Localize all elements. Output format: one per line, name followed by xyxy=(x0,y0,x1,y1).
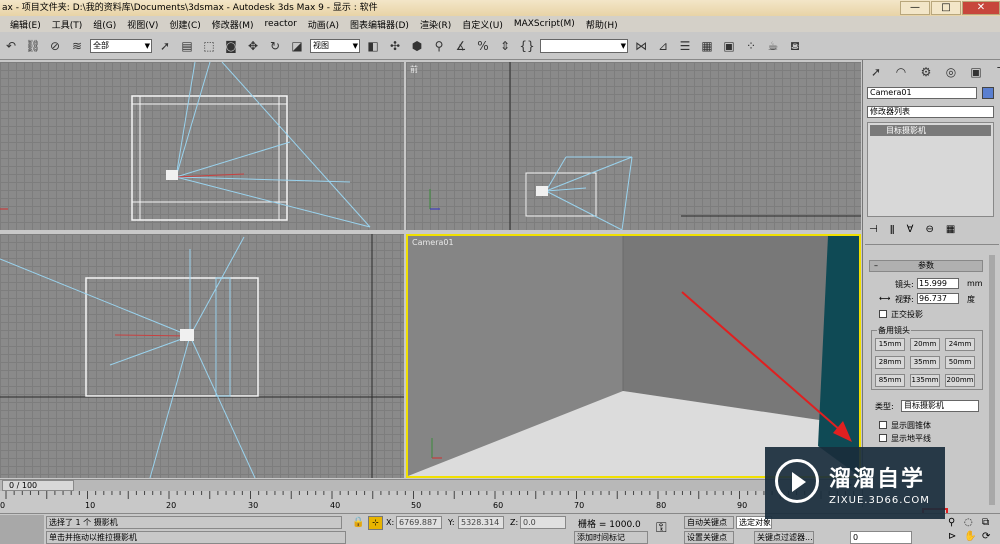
parameters-rollout-title: 参数 xyxy=(918,261,934,270)
lock-selection-icon[interactable]: 🔒 xyxy=(352,517,364,528)
z-coordinate-field[interactable]: 0.0 xyxy=(520,516,566,529)
ruler-label-40: 40 xyxy=(330,501,341,510)
fov-field[interactable]: 96.737 xyxy=(917,293,959,304)
time-slider[interactable]: 0 / 100 ▶ xyxy=(0,479,862,491)
watermark: 溜溜自学 ZIXUE.3D66.COM xyxy=(765,447,945,519)
prompt-line: 单击并拖动以推拉摄影机 xyxy=(46,531,346,544)
display-tab-icon[interactable]: ▣ xyxy=(967,64,985,80)
lens-24mm-button[interactable]: 24mm xyxy=(945,338,975,351)
command-panel: ➚ ◠ ⚙ ◎ ▣ T Camera01 修改器列表 目标摄影机 ⊣ ǁ ∀ ⊖… xyxy=(862,60,1000,507)
current-frame-field[interactable]: 0 xyxy=(850,531,912,544)
modify-tab-icon[interactable]: ◠ xyxy=(892,64,910,80)
time-slider-thumb[interactable]: 0 / 100 xyxy=(2,480,74,491)
motion-tab-icon[interactable]: ◎ xyxy=(942,64,960,80)
utilities-tab-icon[interactable]: T xyxy=(992,64,1000,80)
ruler-label-50: 50 xyxy=(411,501,422,510)
maxscript-listener-mini[interactable] xyxy=(0,515,44,544)
stack-item-target-camera[interactable]: 目标摄影机 xyxy=(870,125,991,136)
lens-35mm-button[interactable]: 35mm xyxy=(910,356,940,369)
show-horizon-checkbox[interactable] xyxy=(879,434,887,442)
modifier-list-dropdown[interactable]: 修改器列表 xyxy=(867,106,994,118)
remove-modifier-icon[interactable]: ⊖ xyxy=(925,224,933,238)
track-bar-ticks xyxy=(5,491,855,499)
auto-key-button[interactable]: 自动关键点 xyxy=(684,516,734,529)
selection-status: 选择了 1 个 摄影机 xyxy=(46,516,342,529)
ruler-label-10: 10 xyxy=(85,501,96,510)
watermark-logo-icon xyxy=(775,459,819,503)
show-cone-checkbox[interactable] xyxy=(879,421,887,429)
grid-size: 栅格 = 1000.0 xyxy=(578,520,641,530)
object-color-swatch[interactable] xyxy=(982,87,994,99)
lens-135mm-button[interactable]: 135mm xyxy=(910,374,940,387)
hierarchy-tab-icon[interactable]: ⚙ xyxy=(917,64,935,80)
lens-20mm-button[interactable]: 20mm xyxy=(910,338,940,351)
track-bar[interactable]: 0 10 20 30 40 50 60 70 80 90 xyxy=(0,491,862,513)
dolly-camera-icon[interactable]: ⊳ xyxy=(948,531,956,542)
maximize-viewport-icon[interactable]: ⧉ xyxy=(982,517,989,528)
ortho-checkbox[interactable] xyxy=(879,310,887,318)
ruler-label-80: 80 xyxy=(656,501,667,510)
camera-type-dropdown[interactable]: 目标摄影机 xyxy=(901,400,979,412)
lens-15mm-button[interactable]: 15mm xyxy=(875,338,905,351)
fov-direction-icon[interactable]: ⟷ xyxy=(879,294,890,303)
watermark-brand: 溜溜自学 xyxy=(829,467,926,492)
zoom-icon[interactable]: ⚲ xyxy=(948,517,955,528)
show-end-result-icon[interactable]: ǁ xyxy=(890,224,895,238)
lens-85mm-button[interactable]: 85mm xyxy=(875,374,905,387)
pin-stack-icon[interactable]: ⊣ xyxy=(869,224,878,238)
lens-unit: mm xyxy=(967,279,983,288)
key-mode-icon[interactable]: ⚿ xyxy=(656,520,667,536)
key-filters-button[interactable]: 关键点过滤器... xyxy=(754,531,814,544)
lens-label: 镜头: xyxy=(895,280,914,289)
stock-lenses-label: 备用镜头 xyxy=(877,325,911,336)
add-time-tag-button[interactable]: 添加时间标记 xyxy=(574,531,648,544)
z-label: Z: xyxy=(510,518,519,527)
set-key-button[interactable]: 设置关键点 xyxy=(684,531,734,544)
lens-50mm-button[interactable]: 50mm xyxy=(945,356,975,369)
x-label: X: xyxy=(386,518,395,527)
show-horizon-label: 显示地平线 xyxy=(891,434,931,443)
y-coordinate-field[interactable]: 5328.314 xyxy=(458,516,504,529)
ruler-label-20: 20 xyxy=(166,501,177,510)
fov-unit: 度 xyxy=(967,295,975,304)
watermark-url: ZIXUE.3D66.COM xyxy=(829,495,930,506)
modifier-stack: 目标摄影机 xyxy=(867,122,994,217)
roll-camera-icon[interactable]: ⟳ xyxy=(982,531,990,542)
y-label: Y: xyxy=(448,518,455,527)
configure-sets-icon[interactable]: ▦ xyxy=(946,224,955,238)
object-name-field[interactable]: Camera01 xyxy=(867,87,977,99)
fov-label: 视野: xyxy=(895,295,914,304)
ruler-label-0: 0 xyxy=(0,501,6,510)
ruler-label-60: 60 xyxy=(493,501,504,510)
create-tab-icon[interactable]: ➚ xyxy=(867,64,885,80)
camera-type-label: 类型: xyxy=(875,402,894,411)
ruler-label-70: 70 xyxy=(574,501,585,510)
orbit-icon[interactable]: ◌ xyxy=(964,517,973,528)
ruler-label-90: 90 xyxy=(737,501,748,510)
parameters-rollout-header[interactable]: – 参数 xyxy=(869,260,983,272)
make-unique-icon[interactable]: ∀ xyxy=(907,224,914,238)
lens-28mm-button[interactable]: 28mm xyxy=(875,356,905,369)
x-coordinate-field[interactable]: 6769.887 xyxy=(396,516,442,529)
ortho-label: 正交投影 xyxy=(891,310,923,319)
stack-controls: ⊣ ǁ ∀ ⊖ ▦ xyxy=(869,224,994,238)
pan-hand-icon[interactable]: ✋ xyxy=(964,531,976,542)
command-panel-tabs: ➚ ◠ ⚙ ◎ ▣ T xyxy=(867,64,1000,82)
command-panel-scrollbar[interactable] xyxy=(989,255,995,505)
lens-200mm-button[interactable]: 200mm xyxy=(945,374,975,387)
show-cone-label: 显示圆锥体 xyxy=(891,421,931,430)
ruler-label-30: 30 xyxy=(248,501,259,510)
absolute-mode-icon[interactable]: ⊹ xyxy=(368,516,383,530)
lens-field[interactable]: 15.999 xyxy=(917,278,959,289)
